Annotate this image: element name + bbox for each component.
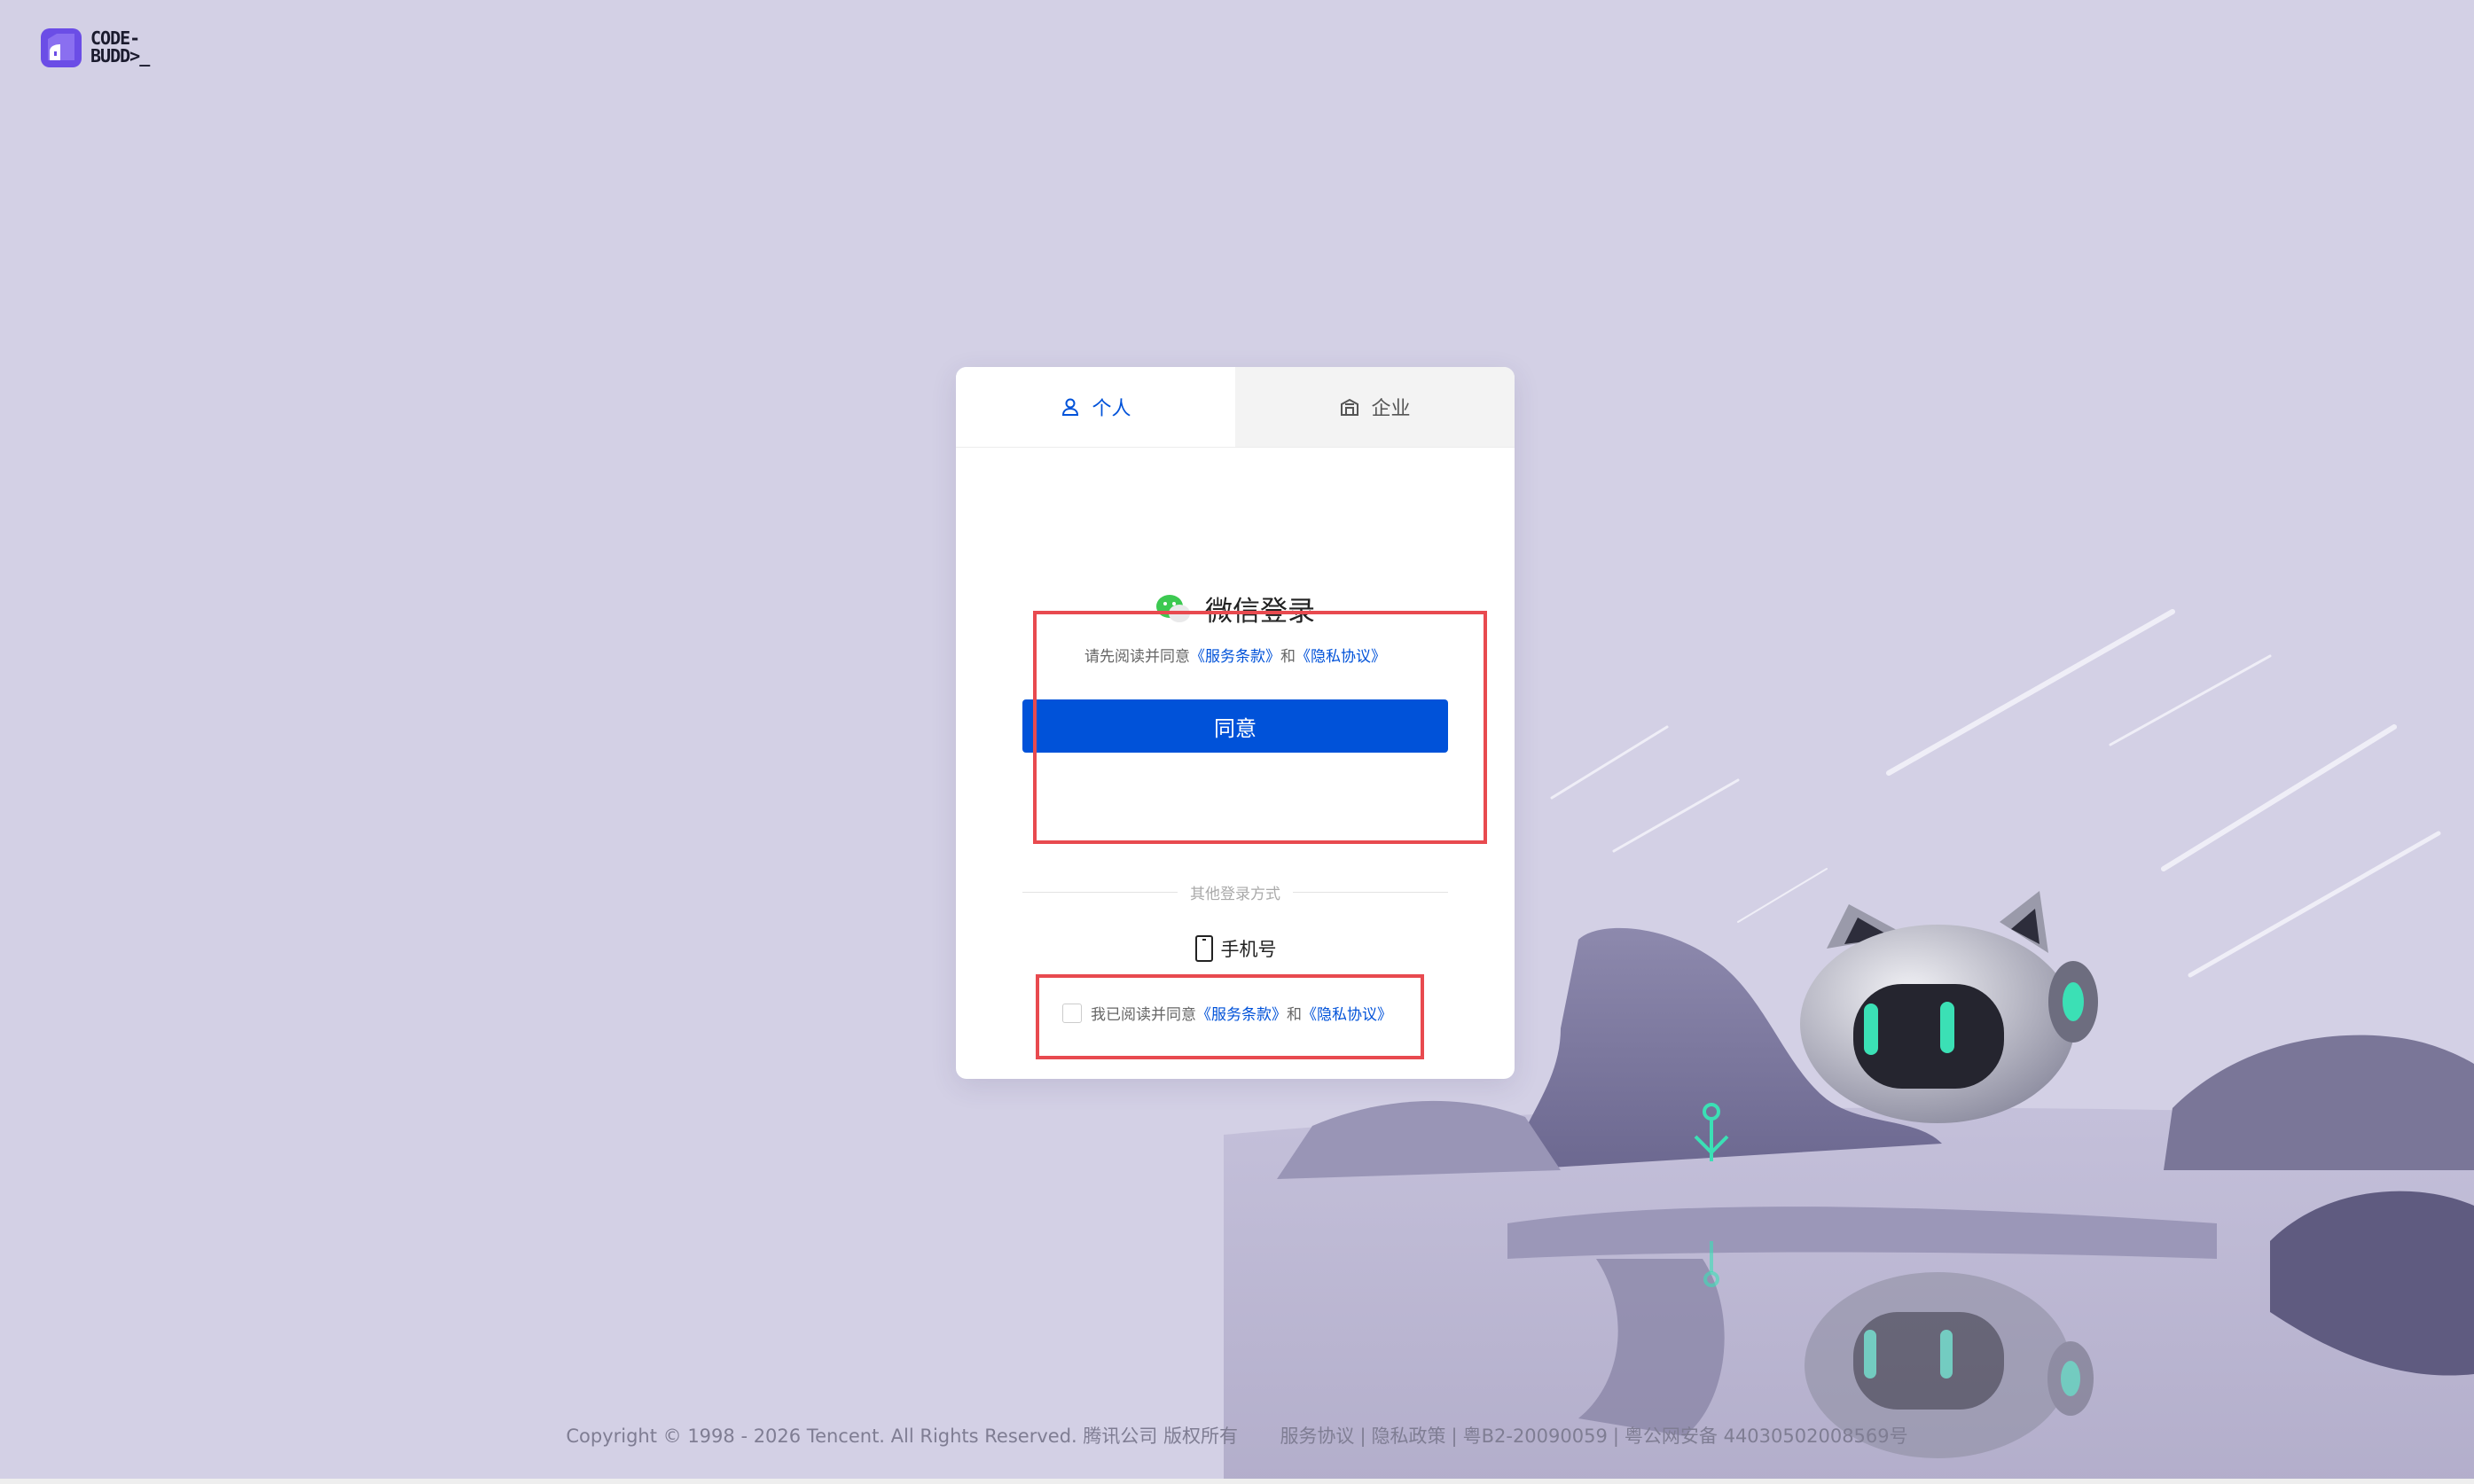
agreement-prefix: 请先阅读并同意 xyxy=(1084,648,1190,666)
phone-login-option[interactable]: 手机号 xyxy=(956,934,1515,963)
footer-copyright: Copyright © 1998 - 2026 Tencent. All Rig… xyxy=(566,1425,1239,1447)
login-card: 个人 企业 微信登录 请先阅读并同意《服务条款》和《隐私协议》 同意 其他登录方… xyxy=(956,367,1515,1079)
consent-row: 我已阅读并同意《服务条款》和《隐私协议》 xyxy=(1062,1002,1392,1024)
logo-wordmark: CODE- BUDD>_ xyxy=(90,27,150,66)
wechat-login-title: 微信登录 xyxy=(956,589,1515,629)
tab-personal[interactable]: 个人 xyxy=(956,367,1235,447)
privacy-policy-link[interactable]: 《隐私协议》 xyxy=(1296,648,1386,666)
page-footer: Copyright © 1998 - 2026 Tencent. All Rig… xyxy=(566,1425,1908,1447)
tab-enterprise-label: 企业 xyxy=(1371,398,1411,420)
footer-icp-link[interactable]: 粤B2-20090059 xyxy=(1463,1425,1608,1447)
consent-and: 和 xyxy=(1287,1006,1302,1024)
divider-line-left xyxy=(1022,892,1178,893)
divider-line-right xyxy=(1293,892,1448,893)
phone-login-label: 手机号 xyxy=(1220,939,1277,960)
consent-prefix: 我已阅读并同意 xyxy=(1091,1006,1196,1024)
footer-service-agreement-link[interactable]: 服务协议 xyxy=(1280,1425,1354,1447)
phone-icon xyxy=(1194,935,1213,962)
agreement-and: 和 xyxy=(1280,648,1296,666)
login-type-tabs: 个人 企业 xyxy=(956,367,1515,448)
logo-line-2: BUDD>_ xyxy=(90,45,150,66)
footer-police-record-link[interactable]: 粤公网安备 44030502008569号 xyxy=(1625,1425,1908,1447)
tab-personal-label: 个人 xyxy=(1092,398,1131,420)
consent-terms-link[interactable]: 《服务条款》 xyxy=(1196,1006,1287,1024)
other-login-label: 其他登录方式 xyxy=(1190,886,1280,903)
footer-privacy-policy-link[interactable]: 隐私政策 xyxy=(1372,1425,1446,1447)
building-icon xyxy=(1341,398,1359,416)
wechat-login-label: 微信登录 xyxy=(1205,596,1315,628)
wechat-icon xyxy=(1156,594,1190,622)
tab-enterprise[interactable]: 企业 xyxy=(1235,367,1515,447)
bottom-strip xyxy=(0,1479,2474,1484)
terms-of-service-link[interactable]: 《服务条款》 xyxy=(1190,648,1280,666)
codebuddy-logo-icon xyxy=(41,28,82,67)
logo-line-1: CODE- xyxy=(90,27,140,49)
agree-button[interactable]: 同意 xyxy=(1022,699,1448,753)
other-login-divider: 其他登录方式 xyxy=(1022,881,1448,903)
consent-privacy-link[interactable]: 《隐私协议》 xyxy=(1302,1006,1392,1024)
consent-checkbox[interactable] xyxy=(1062,1003,1082,1023)
codebuddy-logo[interactable]: CODE- BUDD>_ xyxy=(39,25,150,69)
wechat-agreement-text: 请先阅读并同意《服务条款》和《隐私协议》 xyxy=(956,644,1515,666)
user-icon xyxy=(1062,398,1079,416)
